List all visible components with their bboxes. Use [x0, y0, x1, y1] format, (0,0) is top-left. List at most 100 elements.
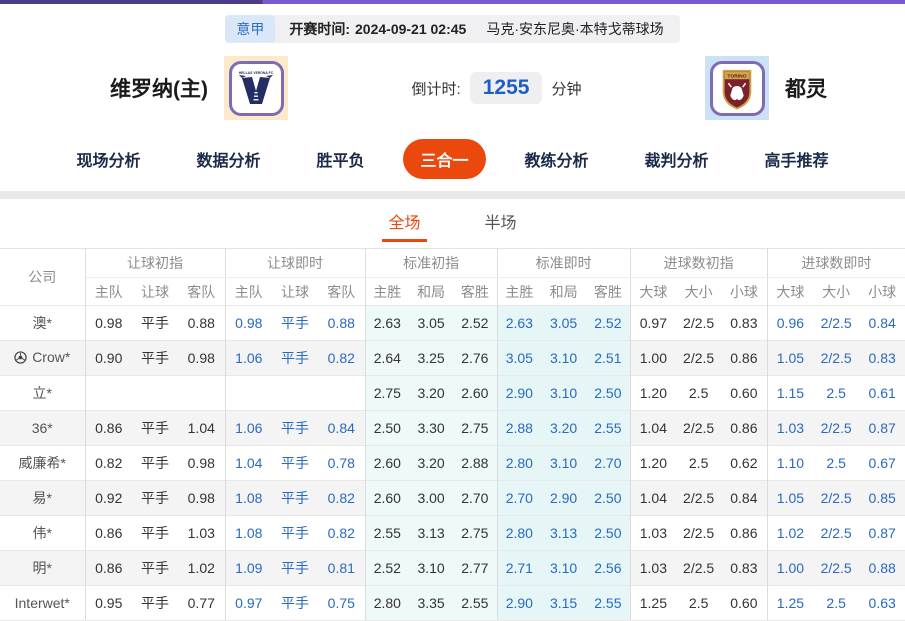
odds-cell-goals_initial: 1.00 [629, 340, 677, 376]
odds-cell-std_live: 2.80 [496, 445, 542, 481]
torino-crest-icon: TORINO [709, 60, 765, 116]
odds-cell-std_live: 3.13 [541, 515, 587, 551]
odds-cell-handicap_live [272, 375, 319, 411]
odds-cell-std_initial: 2.60 [364, 445, 410, 481]
odds-cell-goals_initial: 1.03 [629, 515, 677, 551]
odds-cell-handicap_live: 1.04 [224, 445, 273, 481]
odds-cell-handicap_live: 1.09 [224, 550, 273, 586]
odds-cell-std_initial: 2.80 [364, 585, 410, 621]
away-logo-frame: TORINO [705, 56, 769, 120]
company-cell: 易* [0, 480, 85, 516]
odds-cell-handicap_initial: 平手 [132, 515, 178, 551]
svg-text:TORINO: TORINO [727, 74, 746, 80]
odds-cell-handicap_initial: 0.88 [178, 305, 226, 341]
odds-cell-handicap_initial: 平手 [132, 445, 178, 481]
company-cell: 澳* [0, 305, 85, 341]
odds-cell-handicap_initial: 0.77 [178, 585, 226, 621]
odds-cell-goals_live: 2/2.5 [813, 550, 860, 586]
odds-cell-std_initial: 3.10 [409, 550, 454, 586]
odds-cell-std_live: 3.05 [496, 340, 542, 376]
odds-cell-std_live: 2.50 [586, 515, 631, 551]
nav-tab-6[interactable]: 高手推荐 [748, 139, 846, 179]
odds-cell-std_initial: 3.13 [409, 515, 454, 551]
odds-cell-std_initial: 3.35 [409, 585, 454, 621]
odds-cell-goals_live: 2/2.5 [813, 480, 860, 516]
odds-cell-std_initial: 2.75 [453, 515, 498, 551]
countdown: 倒计时: 1255 分钟 [412, 72, 582, 104]
odds-cell-goals_live: 2.5 [813, 585, 860, 621]
teams-header: 维罗纳(主) HELLAS VERONA FC 倒计时: 1255 分钟 TOR… [0, 43, 905, 130]
odds-cell-handicap_initial: 平手 [132, 480, 178, 516]
nav-tab-5[interactable]: 裁判分析 [628, 139, 726, 179]
odds-cell-goals_initial: 2/2.5 [676, 515, 722, 551]
nav-tab-3[interactable]: 三合一 [403, 139, 486, 179]
countdown-unit: 分钟 [551, 80, 582, 98]
odds-cell-goals_live: 1.05 [766, 340, 814, 376]
odds-cell-std_initial: 3.05 [409, 305, 454, 341]
sub-header-goals_live-0: 大球 [766, 277, 814, 306]
table-row: 易* 0.92 平手 0.98 1.08 平手 0.82 2.60 3.00 2.70 2.70 2.… [0, 480, 905, 516]
odds-cell-goals_initial: 2/2.5 [676, 305, 722, 341]
table-row: 伟* 0.86 平手 1.03 1.08 平手 0.82 2.55 3.13 2.75 2.80 3.… [0, 515, 905, 551]
odds-cell-handicap_initial: 0.98 [178, 480, 226, 516]
odds-cell-goals_live: 0.67 [859, 445, 905, 481]
odds-cell-goals_initial: 2.5 [676, 445, 722, 481]
odds-cell-std_initial: 2.60 [453, 375, 498, 411]
nav-tab-0[interactable]: 现场分析 [59, 139, 157, 179]
odds-cell-goals_live: 1.03 [766, 410, 814, 446]
odds-cell-std_live: 2.90 [496, 375, 542, 411]
odds-cell-std_live: 2.55 [586, 410, 631, 446]
league-badge[interactable]: 意甲 [225, 15, 276, 43]
odds-cell-handicap_live [318, 375, 366, 411]
odds-cell-std_initial: 2.55 [453, 585, 498, 621]
odds-cell-handicap_initial: 0.86 [84, 410, 132, 446]
odds-cell-handicap_live: 平手 [272, 515, 319, 551]
nav-tab-2[interactable]: 胜平负 [299, 139, 381, 179]
odds-cell-handicap_live: 平手 [272, 480, 319, 516]
sub-header-std_live-1: 和局 [549, 283, 578, 300]
odds-cell-std_initial: 2.52 [453, 305, 498, 341]
divider-band [0, 191, 905, 199]
table-row: 澳* 0.98 平手 0.88 0.98 平手 0.88 2.63 3.05 2.52 2.63 3.… [0, 305, 905, 341]
subtab-1[interactable]: 半场 [479, 209, 523, 242]
odds-cell-goals_live: 0.87 [859, 410, 905, 446]
sub-header-handicap_initial-1: 让球 [141, 283, 169, 300]
nav-tab-4[interactable]: 教练分析 [508, 139, 606, 179]
odds-cell-std_live: 2.70 [586, 445, 631, 481]
sub-header-goals_live-2: 小球 [868, 283, 897, 300]
odds-table-body: 澳* 0.98 平手 0.88 0.98 平手 0.88 2.63 3.05 2.52 2.63 3.… [0, 305, 905, 621]
odds-cell-std_live: 2.55 [586, 585, 631, 621]
home-team: 维罗纳(主) HELLAS VERONA FC [110, 56, 288, 120]
odds-table-head: 公司 让球初指 让球即时 标准初指 标准即时 进球数初指 进球数即时 主队 让球 客队 主队 让球 客队… [0, 248, 905, 306]
odds-cell-goals_initial: 1.04 [629, 480, 677, 516]
odds-cell-goals_initial: 2/2.5 [676, 410, 722, 446]
odds-cell-handicap_initial: 平手 [132, 550, 178, 586]
odds-cell-handicap_initial [84, 375, 132, 411]
odds-cell-handicap_live: 平手 [272, 340, 319, 376]
odds-cell-goals_initial: 0.97 [629, 305, 677, 341]
odds-cell-std_initial: 3.00 [409, 480, 454, 516]
odds-cell-goals_live: 0.85 [859, 480, 905, 516]
odds-cell-goals_live: 2/2.5 [813, 305, 860, 341]
subtab-0[interactable]: 全场 [382, 209, 427, 242]
group-header-goals_initial: 进球数初指 [629, 248, 768, 278]
odds-cell-std_live: 2.50 [586, 375, 631, 411]
away-team: TORINO 都灵 [705, 56, 827, 120]
odds-cell-std_initial: 3.25 [409, 340, 454, 376]
sub-header-handicap_initial-2: 客队 [187, 283, 216, 300]
odds-cell-handicap_live: 0.84 [318, 410, 366, 446]
odds-cell-goals_live: 2/2.5 [813, 515, 860, 551]
odds-cell-std_initial: 3.20 [409, 445, 454, 481]
odds-cell-std_live: 2.80 [496, 515, 542, 551]
nav-tab-1[interactable]: 数据分析 [179, 139, 277, 179]
hellas-verona-crest-icon: HELLAS VERONA FC [228, 60, 284, 116]
odds-cell-goals_initial: 1.25 [629, 585, 677, 621]
odds-cell-std_initial: 2.60 [364, 480, 410, 516]
odds-cell-goals_live: 2/2.5 [813, 410, 860, 446]
group-header-goals_live: 进球数即时 [766, 248, 905, 278]
odds-cell-handicap_live: 0.78 [318, 445, 366, 481]
table-row: 立* 2.75 3.20 2.60 2.90 3.10 2.50 1.20 2.5 0.60 1.1… [0, 375, 905, 411]
odds-cell-handicap_initial: 平手 [132, 585, 178, 621]
odds-cell-handicap_live: 0.98 [224, 305, 273, 341]
odds-cell-goals_live: 1.10 [766, 445, 814, 481]
